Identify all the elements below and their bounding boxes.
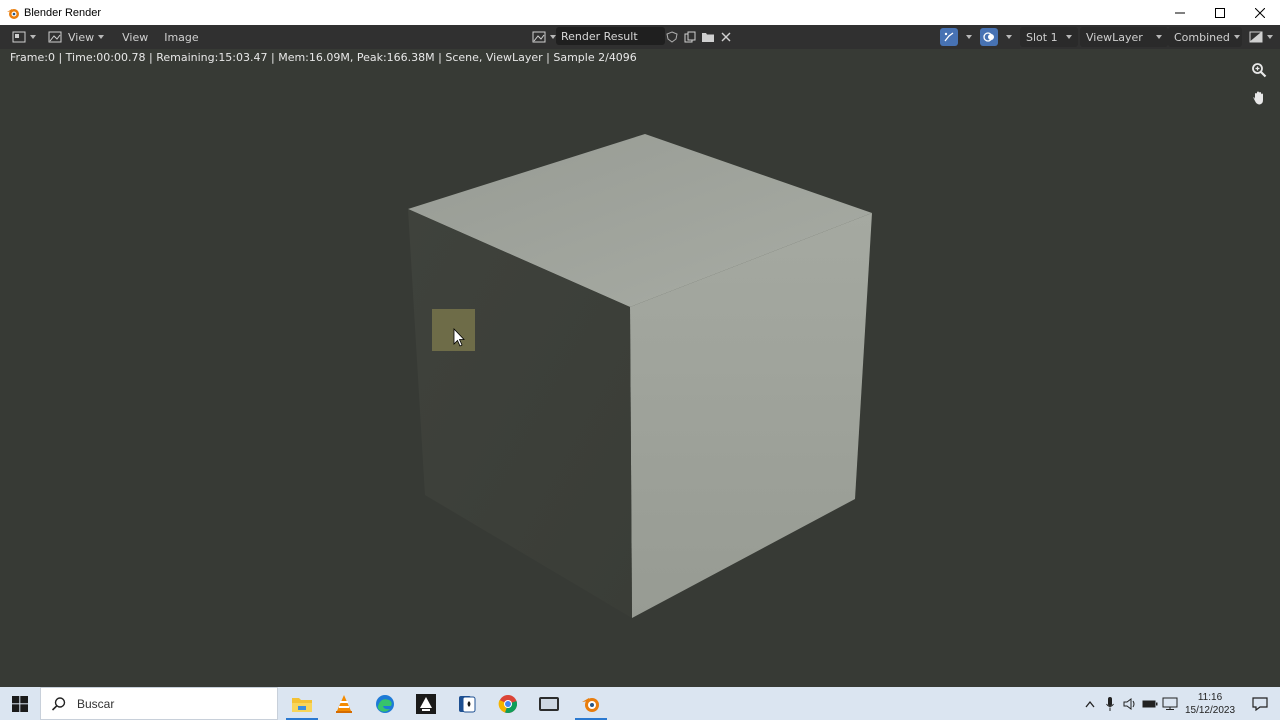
chevron-up-icon bbox=[1085, 700, 1095, 707]
menu-image-label: Image bbox=[164, 30, 199, 44]
gizmo-icon bbox=[944, 32, 954, 42]
tray-overflow-button[interactable] bbox=[1080, 700, 1100, 708]
zoom-icon bbox=[1252, 63, 1267, 78]
overlay-dropdown[interactable] bbox=[1006, 35, 1012, 39]
hand-icon bbox=[1253, 91, 1263, 105]
blender-icon bbox=[7, 8, 19, 19]
start-button[interactable] bbox=[0, 687, 40, 720]
overlay-icon bbox=[983, 32, 994, 42]
view-mode-button[interactable]: View bbox=[44, 27, 108, 47]
image-editor-icon bbox=[12, 31, 26, 43]
vlc-icon bbox=[336, 694, 352, 713]
clock-date: 15/12/2023 bbox=[1184, 704, 1236, 716]
network-icon bbox=[1162, 697, 1178, 710]
image-icon bbox=[48, 31, 62, 43]
taskbar-chrome[interactable] bbox=[488, 687, 528, 720]
minimize-button[interactable] bbox=[1160, 0, 1200, 25]
system-tray: 11:16 15/12/2023 bbox=[1080, 687, 1280, 720]
view-layer-selector[interactable]: ViewLayer bbox=[1080, 27, 1168, 47]
taskbar-search-box[interactable]: Buscar bbox=[40, 687, 278, 720]
view-mode-label: View bbox=[68, 30, 95, 44]
window-title-bar: Blender Render bbox=[0, 0, 1280, 25]
close-window-icon bbox=[1255, 7, 1265, 18]
menu-view[interactable]: View bbox=[118, 27, 152, 47]
pan-tool-button[interactable] bbox=[1248, 87, 1270, 109]
microphone-icon bbox=[1106, 696, 1114, 711]
editor-type-button[interactable] bbox=[8, 27, 40, 47]
shield-icon bbox=[666, 31, 678, 43]
edge-icon bbox=[376, 694, 394, 713]
search-icon bbox=[51, 696, 66, 711]
tray-microphone[interactable] bbox=[1100, 696, 1120, 711]
maximize-button[interactable] bbox=[1200, 0, 1240, 25]
slot-label: Slot 1 bbox=[1026, 30, 1058, 44]
volume-icon bbox=[1123, 697, 1135, 710]
folder-icon bbox=[702, 33, 714, 42]
display-channels-icon bbox=[1249, 31, 1263, 43]
maximize-icon bbox=[1215, 7, 1225, 18]
render-pass-label: Combined bbox=[1174, 30, 1230, 44]
display-channels-button[interactable] bbox=[1245, 27, 1277, 47]
close-icon bbox=[721, 32, 731, 42]
close-window-button[interactable] bbox=[1240, 0, 1280, 25]
notifications-button[interactable] bbox=[1240, 696, 1280, 711]
clock-time: 11:16 bbox=[1197, 691, 1223, 703]
search-placeholder: Buscar bbox=[77, 696, 115, 711]
windows-start-icon bbox=[12, 695, 28, 712]
duplicate-icon bbox=[684, 31, 696, 43]
taskbar-inkscape[interactable] bbox=[406, 687, 446, 720]
minimize-icon bbox=[1175, 12, 1185, 13]
image-editor-header: View View Image Render Result Slot 1 Vie bbox=[0, 25, 1280, 49]
solitaire-icon bbox=[459, 695, 476, 712]
chrome-icon bbox=[498, 694, 518, 713]
render-pass-selector[interactable]: Combined bbox=[1168, 27, 1242, 47]
new-image-button[interactable] bbox=[681, 31, 699, 43]
inkscape-icon bbox=[416, 693, 436, 714]
unlink-image-button[interactable] bbox=[717, 32, 735, 42]
blender-taskbar-icon bbox=[582, 697, 599, 712]
view-layer-label: ViewLayer bbox=[1086, 30, 1143, 44]
window-title: Blender Render bbox=[24, 6, 102, 19]
taskbar-vlc[interactable] bbox=[324, 687, 364, 720]
notifications-icon bbox=[1252, 696, 1268, 711]
fake-user-button[interactable] bbox=[663, 31, 681, 43]
taskbar-blender[interactable] bbox=[571, 687, 611, 720]
windows-taskbar: Buscar 11:16 15/12/2023 bbox=[0, 687, 1280, 720]
open-image-button[interactable] bbox=[699, 31, 717, 43]
overlay-toggle[interactable] bbox=[980, 28, 998, 46]
tray-volume[interactable] bbox=[1120, 697, 1140, 710]
zoom-tool-button[interactable] bbox=[1248, 59, 1270, 81]
taskbar-solitaire[interactable] bbox=[447, 687, 487, 720]
tray-network[interactable] bbox=[1160, 697, 1180, 710]
battery-icon bbox=[1142, 700, 1158, 707]
taskbar-edge[interactable] bbox=[365, 687, 405, 720]
screen-capture-icon bbox=[539, 696, 559, 711]
image-name-value: Render Result bbox=[561, 29, 638, 43]
taskbar-file-explorer[interactable] bbox=[282, 687, 322, 720]
render-tile-highlight bbox=[432, 309, 475, 351]
slot-selector[interactable]: Slot 1 bbox=[1020, 27, 1078, 47]
taskbar-screen-capture[interactable] bbox=[529, 687, 569, 720]
image-name-field[interactable]: Render Result bbox=[556, 27, 665, 45]
image-browse-icon bbox=[532, 31, 546, 43]
file-explorer-icon bbox=[292, 697, 312, 712]
render-status-line: Frame:0 | Time:00:00.78 | Remaining:15:0… bbox=[10, 51, 637, 64]
gizmo-dropdown[interactable] bbox=[966, 35, 972, 39]
render-viewport[interactable] bbox=[0, 63, 1280, 687]
menu-image[interactable]: Image bbox=[160, 27, 202, 47]
render-result-image bbox=[408, 134, 872, 618]
menu-view-label: View bbox=[122, 30, 149, 44]
gizmo-toggle[interactable] bbox=[940, 28, 958, 46]
tray-battery[interactable] bbox=[1140, 699, 1160, 709]
taskbar-clock[interactable]: 11:16 15/12/2023 bbox=[1180, 691, 1240, 717]
